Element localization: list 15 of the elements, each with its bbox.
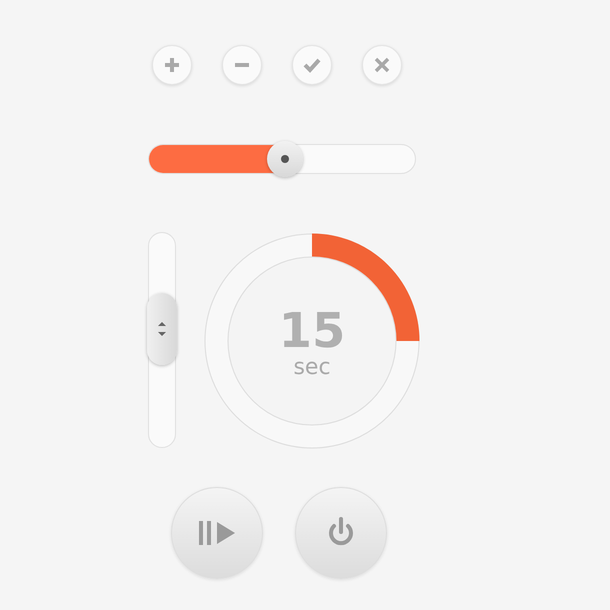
checkmark-icon <box>303 56 321 74</box>
minus-button[interactable] <box>222 45 262 85</box>
vertical-slider-track[interactable] <box>148 232 176 448</box>
close-button[interactable] <box>362 45 402 85</box>
timer-value: 15 <box>278 306 346 355</box>
timer-unit: sec <box>293 354 331 382</box>
slider-handle[interactable] <box>266 141 303 177</box>
up-down-arrows-icon <box>157 321 167 338</box>
vertical-slider-handle[interactable] <box>147 293 177 366</box>
plus-button[interactable] <box>152 45 192 85</box>
minus-icon <box>233 63 251 67</box>
plus-icon <box>163 56 181 74</box>
check-button[interactable] <box>292 45 332 85</box>
close-icon <box>373 56 391 74</box>
slider-track[interactable] <box>148 144 416 174</box>
